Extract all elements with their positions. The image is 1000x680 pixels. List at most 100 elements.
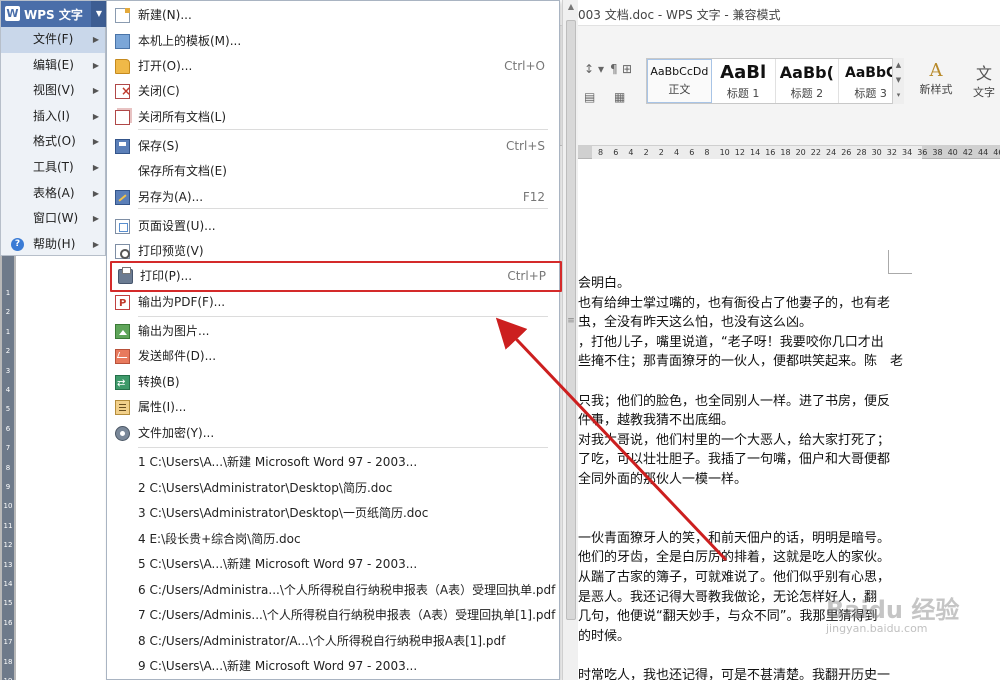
document-line: ，打他儿子，嘴里说道，“老子呀！我要咬你几口才出 [578, 334, 884, 350]
app-menu-item[interactable]: 文件(F) ▶ [1, 27, 105, 53]
chevron-right-icon: ▶ [92, 162, 99, 172]
chevron-down-icon[interactable]: ▼ [91, 1, 107, 27]
ruler-tick-label: 16 [3, 618, 13, 627]
document-line: 一伙青面獠牙人的笑，和前天佃户的话，明明是暗号。 [578, 530, 891, 546]
file-menu-item[interactable]: 保存(S) Ctrl+S [107, 134, 559, 159]
app-menu-item-label: 格式(O) [33, 134, 76, 149]
file-menu-item[interactable]: 页面设置(U)... [107, 214, 559, 239]
wps-menu-button[interactable]: W WPS 文字 ▼ [1, 1, 107, 27]
ruler-tick-label: 8 [704, 148, 710, 157]
file-menu-item[interactable]: 新建(N)... [107, 3, 559, 28]
app-menu-item-label: 工具(T) [33, 159, 74, 174]
recent-file-item[interactable]: 7 C:/Users/Adminis...\个人所得税自行纳税申报表（A表）受理… [138, 603, 558, 628]
recent-file-item[interactable]: 9 C:\Users\A...\新建 Microsoft Word 97 - 2… [138, 654, 558, 679]
document-line: 从踹了古家的簿子，可就难说了。他们似乎别有心思， [578, 569, 891, 585]
file-menu-item-label: 页面设置(U)... [138, 219, 216, 233]
watermark: Baidu 经验 [826, 596, 960, 624]
menu-scrollbar[interactable]: ▲ ≡ [562, 0, 578, 680]
file-menu-item-label: 转换(B) [138, 375, 180, 389]
file-menu-item[interactable]: 转换(B) [107, 370, 559, 396]
ruler-tick-label: 1 [5, 327, 11, 336]
ruler-tick-label: 8 [598, 148, 604, 157]
ruler-tick-label: 24 [826, 148, 837, 157]
file-menu-item[interactable]: 保存所有文档(E) [107, 159, 559, 184]
file-menu-item[interactable]: 打印(P)... Ctrl+P [110, 261, 562, 292]
ruler-tick-label: 12 [734, 148, 745, 157]
app-menu-item[interactable]: 表格(A) ▶ [1, 181, 105, 207]
file-menu-item[interactable]: 属性(I)... [107, 395, 559, 420]
document-line: 会明白。 [578, 276, 631, 291]
style-normal[interactable]: AaBbCcDd 正文 [647, 59, 712, 103]
recent-file-item[interactable]: 8 C:/Users/Administrator/A...\个人所得税自行纳税申… [138, 629, 558, 654]
style-sample: AaBl [720, 64, 767, 82]
file-menu-item-label: 输出为PDF(F)... [138, 295, 226, 309]
style-heading-2[interactable]: AaBb( 标题 2 [776, 59, 840, 103]
style-sample: AaBbCcDd [650, 65, 709, 78]
ruler-tick-label: 5 [5, 405, 11, 414]
save-icon [115, 139, 130, 154]
recent-file-item[interactable]: 4 E:\段长贵+综合岗\简历.doc [138, 527, 558, 552]
line-spacing-icon[interactable]: ↕ [584, 62, 594, 76]
app-menu-item[interactable]: ? 帮助(H) ▶ [1, 232, 105, 258]
ruler-tick-label: 1 [5, 289, 11, 297]
file-menu-item[interactable]: 关闭所有文档(L) [107, 105, 559, 130]
file-menu-item[interactable]: 打开(O)... Ctrl+O [107, 54, 559, 79]
border-icon[interactable]: ▦ [614, 90, 625, 104]
file-menu-item-label: 保存所有文档(E) [138, 164, 227, 178]
recent-file-item[interactable]: 6 C:/Users/Administra...\个人所得税自行纳税申报表（A表… [138, 578, 558, 603]
file-menu-item[interactable]: 另存为(A)... F12 [107, 185, 559, 210]
recent-file-item[interactable]: 2 C:\Users\Administrator\Desktop\简历.doc [138, 476, 558, 501]
app-menu-item[interactable]: 编辑(E) ▶ [1, 53, 105, 79]
app-menu-item[interactable]: 插入(I) ▶ [1, 104, 105, 130]
style-gallery-scroll[interactable]: ▲ ▼ ▾ [892, 58, 904, 104]
style-heading-1[interactable]: AaBl 标题 1 [712, 59, 776, 103]
chevron-right-icon: ▶ [92, 137, 99, 147]
dropdown-arrow-icon[interactable]: ▾ [598, 62, 604, 76]
recent-file-item[interactable]: 5 C:\Users\A...\新建 Microsoft Word 97 - 2… [138, 552, 558, 577]
ruler-tick-label: 14 [3, 580, 13, 588]
menu-separator [138, 447, 548, 448]
fill-color-icon[interactable]: ▤ [584, 90, 595, 104]
ruler-tick-label: 8 [5, 463, 11, 472]
help-icon: ? [11, 237, 24, 251]
style-name: 标题 1 [726, 87, 760, 100]
horizontal-ruler[interactable]: 8 6 4 2 2 4 6 8 10 12 14 16 18 20 22 24 26 28 30 32 34 36 38 40… [578, 146, 1000, 159]
menu-separator [138, 316, 548, 317]
file-menu-item-label: 新建(N)... [138, 8, 192, 22]
scroll-up-icon[interactable]: ▲ [563, 2, 579, 11]
recent-file-item[interactable]: 3 C:\Users\Administrator\Desktop\一页纸简历.d… [138, 501, 558, 526]
ruler-tick-label: 6 [5, 424, 11, 433]
ruler-tick-label: 4 [5, 386, 11, 394]
vertical-ruler[interactable]: 121234567891011121314151617181920 [0, 255, 16, 680]
file-menu-item[interactable]: 输出为图片... [107, 319, 559, 344]
app-menu-item-label: 编辑(E) [33, 57, 74, 72]
file-menu-item[interactable]: 文件加密(Y)... [107, 421, 559, 446]
app-menu-item[interactable]: 窗口(W) ▶ [1, 206, 105, 232]
print-preview-icon [115, 244, 130, 259]
file-menu-item[interactable]: 输出为PDF(F)... [107, 290, 559, 316]
file-menu-item[interactable]: 发送邮件(D)... [107, 344, 559, 369]
document-line: 对我大哥说，他们村里的一个大恶人，给大家打死了； [578, 432, 891, 448]
recent-file-item[interactable]: 1 C:\Users\A...\新建 Microsoft Word 97 - 2… [138, 450, 558, 475]
file-menu-item[interactable]: 关闭(C) [107, 79, 559, 104]
chevron-right-icon: ▶ [92, 214, 99, 224]
print-icon [118, 267, 133, 284]
paragraph-mark-icon[interactable]: ¶ [610, 62, 618, 76]
text-tool-button[interactable]: 文 文字 [968, 60, 1000, 100]
text-tool-icon: 文 [975, 64, 992, 83]
table-grid-icon[interactable]: ⊞ [622, 62, 632, 76]
ruler-tick-label: 6 [689, 148, 695, 157]
app-menu-item[interactable]: 视图(V) ▶ [1, 78, 105, 104]
app-menu-item-label: 视图(V) [33, 83, 75, 98]
style-gallery: AaBbCcDd 正文 AaBl 标题 1 AaBb( 标题 2 AaBbC 标… [646, 58, 904, 104]
app-menu-item[interactable]: 工具(T) ▶ [1, 155, 105, 181]
new-style-button[interactable]: A 新样式 [910, 60, 962, 97]
file-menu-item[interactable]: 本机上的模板(M)... [107, 29, 559, 54]
ruler-tick-label: 18 [3, 657, 13, 666]
text-tool-label: 文字 [973, 86, 995, 99]
ruler-tick-label: 13 [3, 560, 13, 569]
app-menu-item[interactable]: 格式(O) ▶ [1, 129, 105, 155]
app-menu-item-label: 帮助(H) [33, 236, 76, 251]
